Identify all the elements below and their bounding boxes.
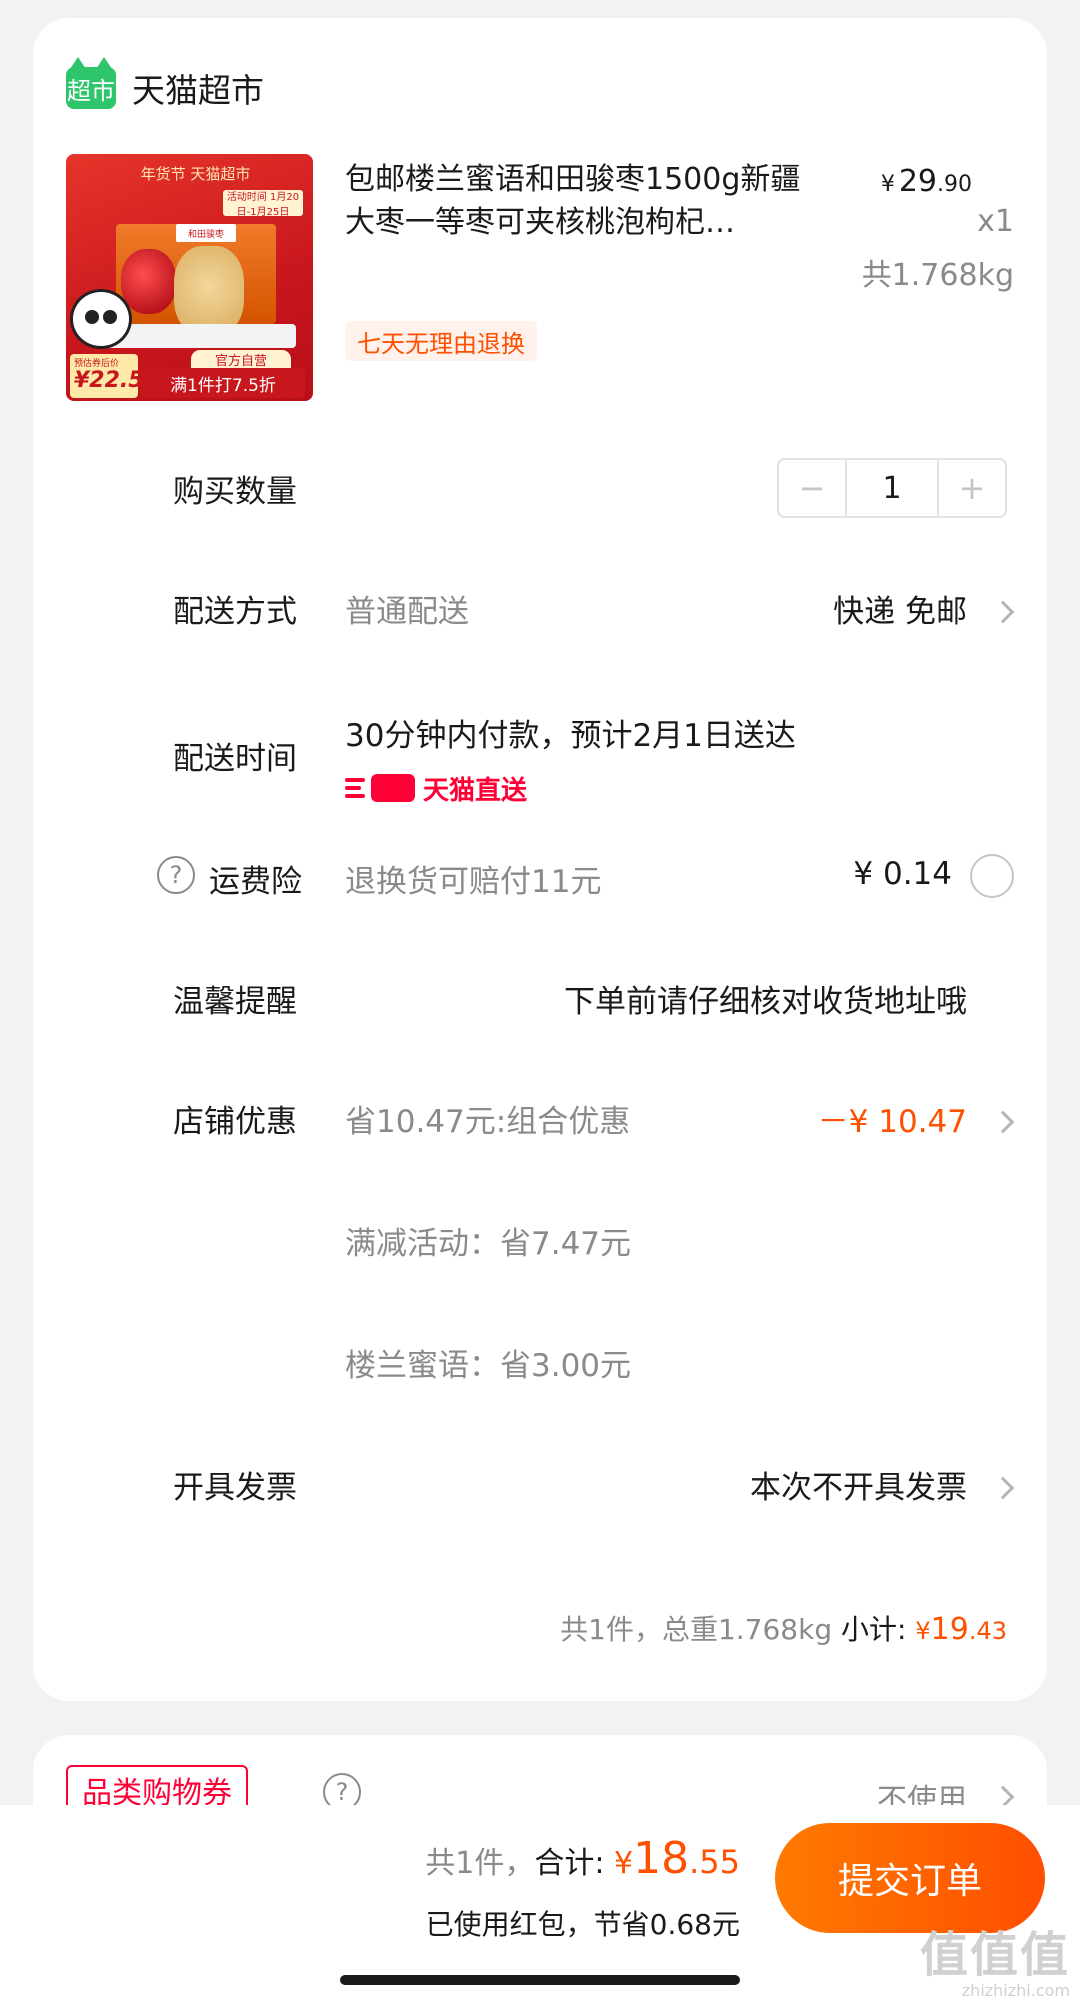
purchase-quantity-label: 购买数量: [173, 474, 297, 510]
total-label: 合计:: [534, 1846, 615, 1881]
shipping-insurance-label: 运费险: [209, 864, 302, 900]
store-discount-value: 省10.47元:组合优惠: [345, 1104, 631, 1140]
price-currency: ¥: [880, 172, 895, 197]
tmall-direct-icon: [345, 774, 415, 802]
discount-detail-full-reduction: 满减活动：省7.47元: [345, 1226, 632, 1262]
product-image[interactable]: 年货节 天猫超市 活动时间 1月20日-1月25日 和田骏枣 预估券后价 ¥22…: [66, 154, 313, 401]
store-discount-label: 店铺优惠: [173, 1104, 297, 1140]
subtotal-decimal: .43: [968, 1617, 1007, 1645]
total-int: 18: [633, 1833, 690, 1884]
delivery-method-label: 配送方式: [173, 594, 297, 630]
image-box-label: 和田骏枣: [176, 224, 236, 242]
delivery-method-value: 普通配送: [345, 594, 469, 630]
subtotal-int: 19: [930, 1612, 969, 1647]
order-card: 超市 天猫超市 年货节 天猫超市 活动时间 1月20日-1月25日 和田骏枣 预…: [33, 18, 1047, 1701]
help-icon[interactable]: ?: [157, 856, 195, 894]
return-policy-badge: 七天无理由退换: [345, 321, 537, 361]
tmall-supermarket-logo-icon: 超市: [66, 57, 116, 109]
image-red-date: [121, 249, 176, 314]
delivery-time-value: 30分钟内付款，预计2月1日送达: [345, 718, 796, 754]
subtotal-summary: 共1件，总重1.768kg: [560, 1613, 833, 1646]
product-weight: 共1.768kg: [861, 258, 1014, 293]
total-decimal: .55: [689, 1843, 740, 1881]
home-indicator[interactable]: [340, 1975, 740, 1985]
chevron-right-icon: [991, 600, 1015, 624]
image-activity-date: 活动时间 1月20日-1月25日: [223, 190, 303, 218]
image-official-badge: 官方自营: [191, 350, 291, 369]
image-discount-badge: 满1件打7.5折: [141, 368, 305, 398]
delivery-time-label: 配送时间: [173, 741, 297, 777]
product-quantity: x1: [977, 204, 1014, 239]
subtotal-line: 共1件，总重1.768kg 小计: ¥19.43: [560, 1608, 1007, 1648]
store-name: 天猫超市: [132, 71, 264, 110]
shipping-insurance-price: ¥ 0.14: [853, 856, 952, 892]
decrease-quantity-button[interactable]: −: [779, 460, 845, 516]
image-banner-text: 年货节 天猫超市: [140, 164, 251, 183]
chevron-right-icon: [991, 1110, 1015, 1134]
subtotal-label: 小计:: [832, 1613, 916, 1646]
watermark: 值值值 zhizhizhi.com: [920, 1915, 1070, 2000]
product-price: ¥29.90: [881, 164, 972, 199]
store-discount-amount: －¥ 10.47: [817, 1104, 967, 1140]
store-header[interactable]: 超市 天猫超市: [66, 57, 264, 118]
tmall-mascot-icon: [70, 289, 132, 349]
total-currency: ¥: [614, 1846, 634, 1881]
delivery-method-right: 快递 免邮: [833, 594, 967, 630]
reminder-label: 温馨提醒: [173, 984, 297, 1020]
tmall-direct-text: 天猫直送: [423, 775, 528, 806]
quantity-value[interactable]: 1: [845, 460, 939, 516]
product-title[interactable]: 包邮楼兰蜜语和田骏枣1500g新疆大枣一等枣可夹核桃泡枸杞…: [345, 158, 815, 244]
image-price: ¥22.5: [74, 368, 144, 393]
image-bread: [174, 246, 244, 336]
image-tray: [106, 324, 296, 348]
total-line: 共1件，合计: ¥18.55: [425, 1833, 740, 1884]
shipping-insurance-value: 退换货可赔付11元: [345, 864, 602, 900]
invoice-value: 本次不开具发票: [750, 1470, 967, 1506]
discount-detail-brand: 楼兰蜜语：省3.00元: [345, 1348, 632, 1384]
quantity-stepper: − 1 +: [777, 458, 1007, 518]
subtotal-currency: ¥: [915, 1617, 931, 1645]
total-count: 共1件，: [425, 1846, 535, 1881]
invoice-label: 开具发票: [173, 1470, 297, 1506]
price-int: 29: [898, 164, 937, 199]
reminder-value: 下单前请仔细核对收货地址哦: [564, 984, 967, 1020]
bottom-checkout-bar: 共1件，合计: ¥18.55 已使用红包，节省0.68元 提交订单 值值值 zh…: [0, 1805, 1080, 2001]
increase-quantity-button[interactable]: +: [939, 460, 1005, 516]
watermark-main: 值值值: [919, 1927, 1070, 1983]
price-decimal: .90: [937, 172, 972, 197]
tmall-direct-badge: 天猫直送: [345, 770, 527, 806]
image-price-tag: 预估券后价 ¥22.5: [70, 354, 144, 398]
saving-text: 已使用红包，节省0.68元: [425, 1908, 740, 1941]
chevron-right-icon: [991, 1476, 1015, 1500]
shipping-insurance-radio[interactable]: [970, 854, 1014, 898]
